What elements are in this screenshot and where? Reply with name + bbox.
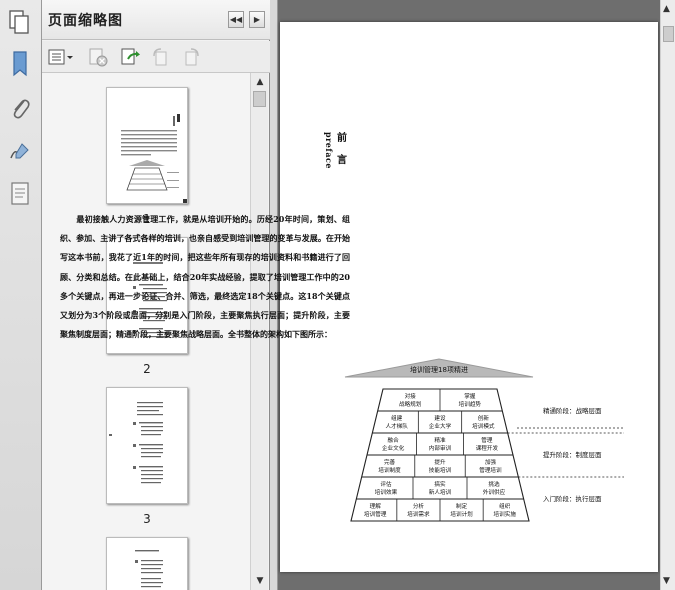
pyramid-cell-label: 外训供应: [483, 488, 506, 496]
pyramid-roof-label: 培训管理18项精进: [410, 365, 468, 374]
pyramid-cell-label: 企业大学: [429, 422, 452, 430]
signatures-icon[interactable]: [6, 138, 34, 166]
page-thumbnail-4[interactable]: [106, 537, 188, 590]
double-chevron-left-icon: ◀◀: [229, 15, 243, 24]
page-thumbnail-3[interactable]: [106, 387, 188, 504]
chevron-right-icon: ▶: [253, 15, 261, 24]
pyramid-cell-label: 创新: [478, 414, 490, 422]
attachments-icon[interactable]: [6, 94, 34, 122]
preface-char-1: 前: [337, 133, 347, 144]
pyramid-cell-label: 制定: [456, 502, 468, 510]
stage-label: 提升阶段：制度层面: [543, 450, 602, 459]
pyramid-cell-label: 培训模式: [472, 422, 495, 430]
options-button[interactable]: [48, 47, 74, 67]
scroll-up-arrow-icon[interactable]: ▲: [254, 76, 266, 88]
page-thumbnail-1[interactable]: [106, 87, 188, 204]
thumbnail-toolbar: [42, 41, 270, 73]
preface-heading-en: preface: [324, 132, 334, 169]
pyramid-cell-label: 培训效果: [375, 488, 398, 496]
training-pyramid-diagram: 培训管理18项精进对接战略规划 掌握培训趋势组建人才梯队 建设企业大学 创新培训模式融…: [344, 358, 624, 522]
pyramid-cell-label: 培训需求: [407, 510, 430, 518]
pyramid-cell-label: 掌握: [464, 392, 476, 400]
pdf-reader-window: 页面缩略图 ◀◀ ▶ 1 2 3 ▲ ▼ 前 言 preface 最初接触人力资…: [0, 0, 675, 590]
panel-header: 页面缩略图 ◀◀ ▶: [42, 0, 270, 40]
pyramid-cell-label: 培训制度: [378, 466, 401, 474]
delete-page-icon: [89, 48, 108, 67]
pyramid-cell-label: 融合: [388, 436, 400, 444]
pyramid-cell-label: 建设: [434, 414, 446, 422]
pyramid-cell-label: 组建: [391, 414, 403, 422]
scrollbar-thumb[interactable]: [253, 91, 266, 107]
rotate-ccw-button[interactable]: [148, 47, 172, 67]
collapse-panel-button[interactable]: ◀◀: [228, 11, 244, 28]
extract-page-button[interactable]: [118, 47, 142, 67]
thumbnail-preview: [109, 402, 163, 484]
layers-icon[interactable]: [6, 180, 34, 208]
document-scrollbar[interactable]: ▲ ▼: [660, 0, 675, 590]
scroll-up-arrow-icon[interactable]: ▲: [663, 4, 670, 14]
extract-page-icon: [121, 48, 140, 65]
thumbnail-label-2: 2: [143, 362, 151, 376]
pyramid-cell-label: 分析: [413, 502, 425, 510]
stage-label: 精通阶段：战略层面: [543, 406, 602, 415]
preface-heading-cn: 前 言: [334, 128, 350, 172]
stage-label: 入门阶段：执行层面: [543, 494, 602, 503]
panel-options-button[interactable]: ▶: [249, 11, 265, 28]
bookmarks-icon[interactable]: [6, 50, 34, 78]
panel-title: 页面缩略图: [48, 13, 123, 29]
navigation-rail: [0, 0, 42, 590]
pyramid-cell-label: 精准: [434, 436, 446, 444]
pyramid-cell-label: 培训管理: [364, 510, 387, 518]
pyramid-cell-label: 企业文化: [382, 444, 405, 452]
pyramid-cell-label: 搞实: [434, 480, 446, 488]
rotate-ccw-icon: [153, 48, 167, 66]
pyramid-cell-label: 技能培训: [429, 466, 452, 474]
pyramid-cell-label: 挑选: [488, 480, 500, 488]
pyramid-cell-label: 管理: [481, 436, 493, 444]
rotate-cw-button[interactable]: [180, 47, 204, 67]
pyramid-cell-label: 评估: [380, 480, 392, 488]
preface-paragraph: 最初接触人力资源管理工作，就是从培训开始的。历经20年时间，策划、组织、参加、主…: [60, 214, 350, 340]
thumbnail-preview: [135, 550, 163, 588]
preface-char-2: 言: [337, 155, 347, 166]
scroll-down-arrow-icon[interactable]: ▼: [254, 575, 266, 587]
pyramid-cell-label: 人才梯队: [385, 422, 408, 430]
pyramid-cell-label: 组织: [499, 502, 511, 510]
pyramid-cell-label: 管理培训: [479, 466, 502, 474]
pyramid-cell-label: 培训计划: [450, 510, 473, 518]
pyramid-cell-label: 完善: [384, 458, 396, 466]
rotate-cw-icon: [185, 48, 199, 66]
pyramid-cell-label: 理解: [370, 502, 382, 510]
pyramid-cell-label: 培训趋势: [459, 400, 482, 408]
thumbnail-preview: [121, 114, 188, 204]
pages-icon[interactable]: [6, 8, 34, 36]
pyramid-cell-label: 新人培训: [429, 488, 452, 496]
pyramid-cell-label: 内部审训: [429, 444, 452, 452]
options-icon: [48, 49, 73, 65]
pyramid-cell-label: 培训实施: [494, 510, 517, 518]
pyramid-cell-label: 课程开发: [476, 444, 499, 452]
pyramid-cell-label: 加强: [485, 458, 497, 466]
delete-page-button[interactable]: [86, 47, 110, 67]
scroll-down-arrow-icon[interactable]: ▼: [663, 576, 670, 586]
pyramid-cell-label: 对接: [405, 392, 417, 400]
thumbnail-label-3: 3: [143, 512, 151, 526]
pyramid-cell-label: 战略规划: [399, 400, 422, 408]
scrollbar-thumb[interactable]: [663, 26, 674, 42]
pyramid-cell-label: 提升: [434, 458, 446, 466]
